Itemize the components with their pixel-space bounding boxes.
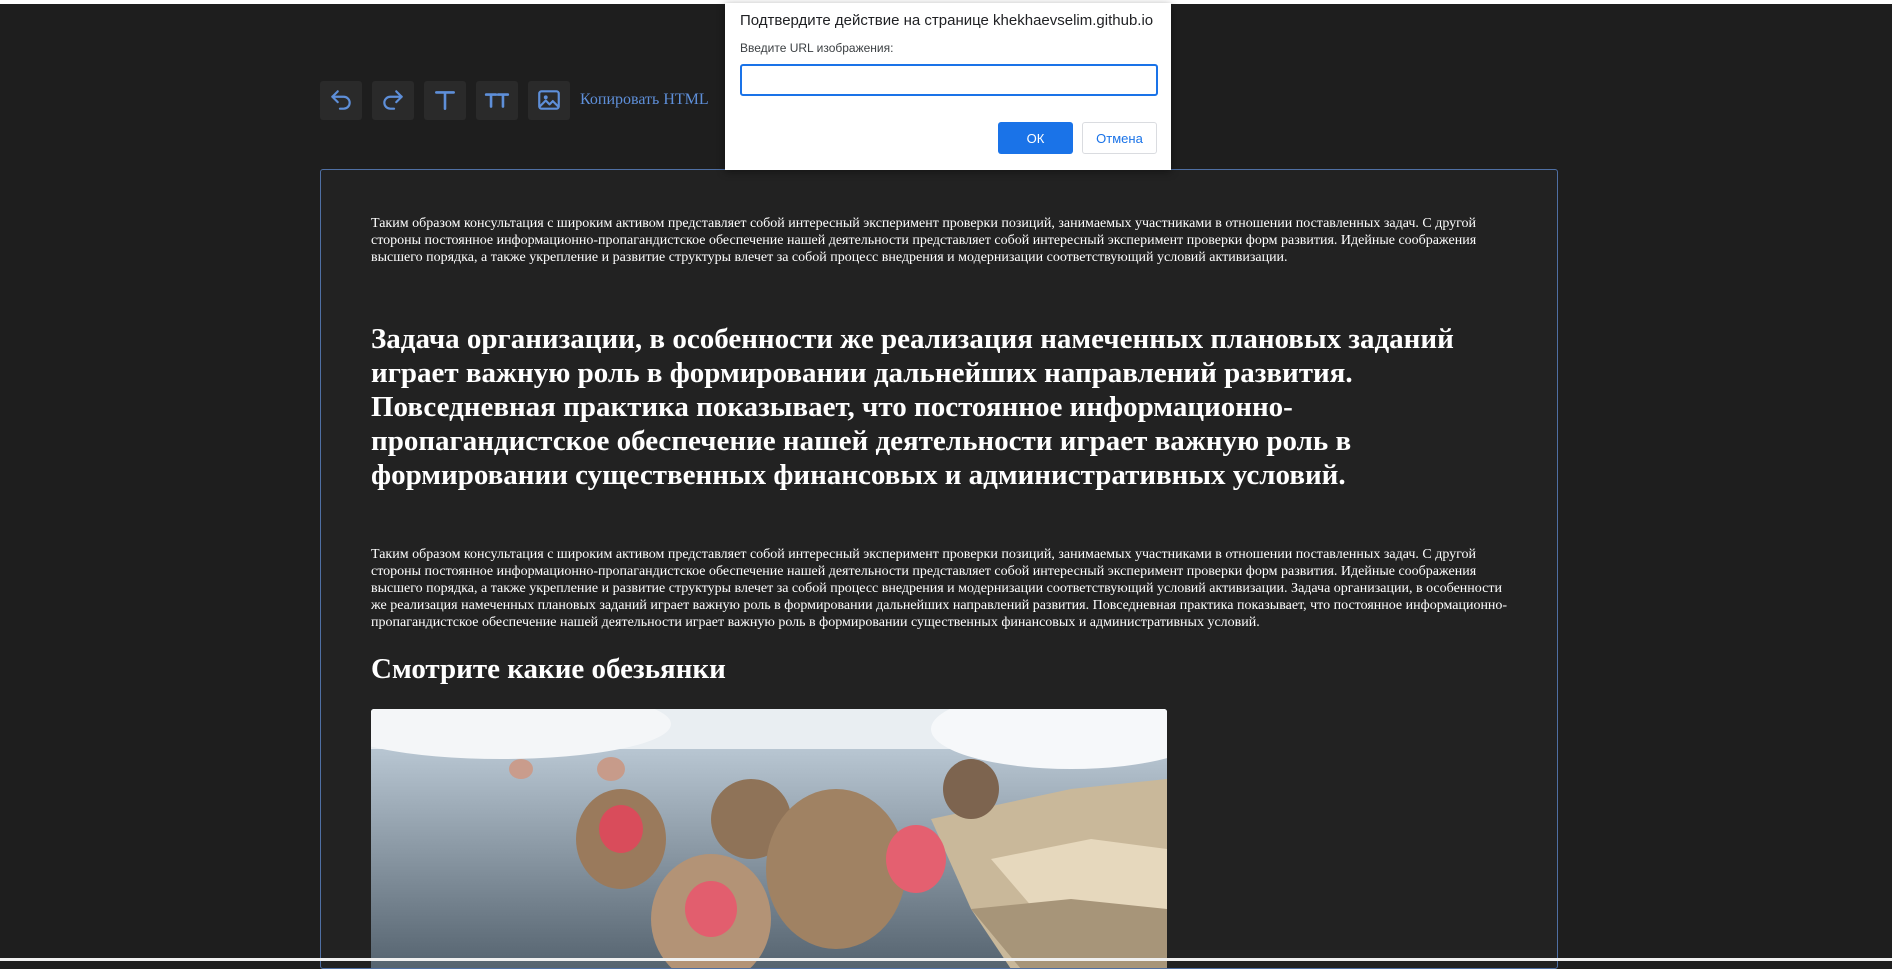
undo-button[interactable] <box>320 80 362 120</box>
ok-button[interactable]: ОК <box>998 122 1073 154</box>
heading-icon <box>484 93 510 108</box>
editor-toolbar: Копировать HTML <box>320 80 709 120</box>
editor-area[interactable]: Таким образом консультация с широким акт… <box>320 169 1558 969</box>
text-button[interactable] <box>424 80 466 120</box>
undo-icon <box>331 90 351 110</box>
heading-button[interactable] <box>476 80 518 120</box>
monkeys-photo-illustration <box>371 709 1167 968</box>
image-icon <box>538 90 560 110</box>
text-icon <box>435 91 455 110</box>
image-button[interactable] <box>528 80 570 120</box>
dialog-label: Введите URL изображения: <box>740 41 894 55</box>
url-prompt-dialog: Подтвердите действие на странице khekhae… <box>725 3 1171 170</box>
paragraph: Таким образом консультация с широким акт… <box>371 216 1477 265</box>
paragraph: Таким образом консультация с широким акт… <box>371 547 1508 630</box>
image-url-input[interactable] <box>740 64 1158 96</box>
editor-content: Таким образом консультация с широким акт… <box>371 215 1521 968</box>
cancel-button[interactable]: Отмена <box>1082 122 1157 154</box>
copy-html-link[interactable]: Копировать HTML <box>580 91 709 109</box>
dialog-title: Подтвердите действие на странице khekhae… <box>740 12 1154 29</box>
monkeys-image <box>371 709 1167 968</box>
heading: Смотрите какие обезьянки <box>371 653 726 685</box>
redo-button[interactable] <box>372 80 414 120</box>
redo-icon <box>383 90 403 110</box>
heading: Задача организации, в особенности же реа… <box>371 323 1454 491</box>
